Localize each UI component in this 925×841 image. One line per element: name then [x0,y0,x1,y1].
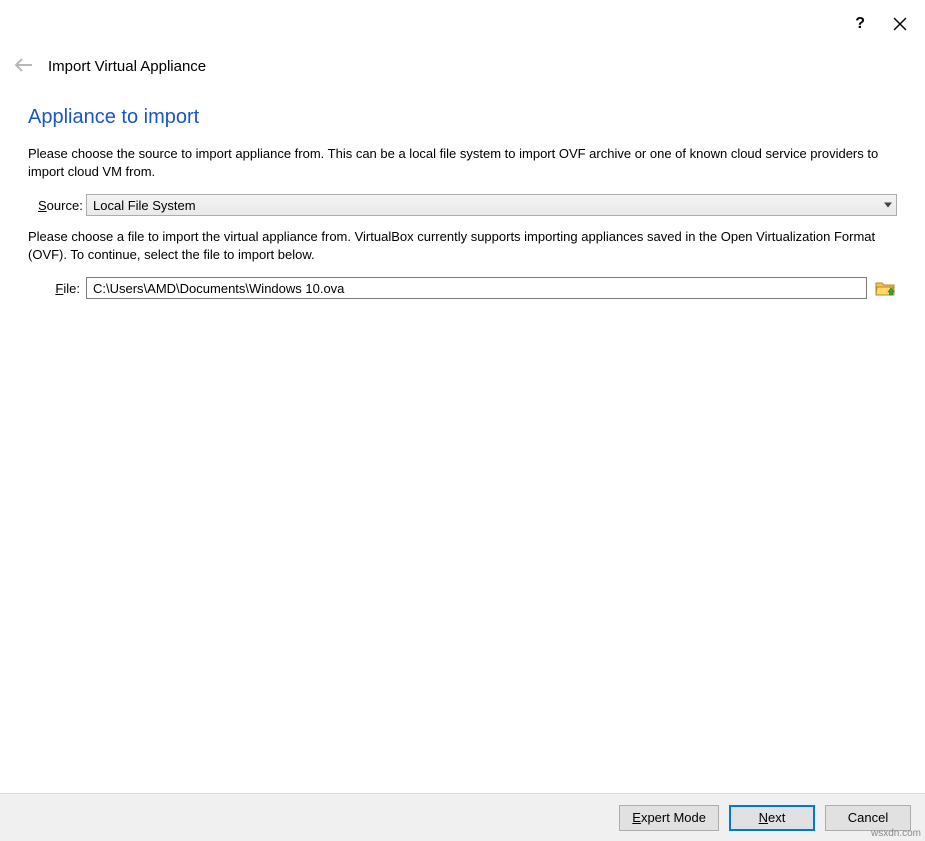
source-combobox[interactable]: Local File System [86,194,897,216]
watermark: wsxdn.com [871,828,921,839]
source-label: Source: [28,198,80,213]
file-description: Please choose a file to import the virtu… [28,228,897,263]
help-icon[interactable]: ? [855,15,865,33]
source-description: Please choose the source to import appli… [28,145,897,180]
expert-mode-button[interactable]: Expert Mode [619,805,719,831]
titlebar: ? [0,0,925,48]
back-arrow-icon [14,57,34,76]
page-heading: Appliance to import [28,106,897,129]
next-button[interactable]: Next [729,805,815,831]
cancel-button[interactable]: Cancel [825,805,911,831]
chevron-down-icon [884,203,892,208]
browse-file-button[interactable] [873,277,897,299]
file-label: File: [28,281,80,296]
footer-bar: Expert Mode Next Cancel [0,793,925,841]
content-area: Appliance to import Please choose the so… [0,84,925,299]
file-row: File: [28,277,897,299]
source-row: Source: Local File System [28,194,897,216]
close-icon[interactable] [893,17,907,31]
wizard-header: Import Virtual Appliance [0,48,925,84]
file-input[interactable] [86,277,867,299]
source-value: Local File System [93,198,196,213]
window-title: Import Virtual Appliance [48,58,206,75]
